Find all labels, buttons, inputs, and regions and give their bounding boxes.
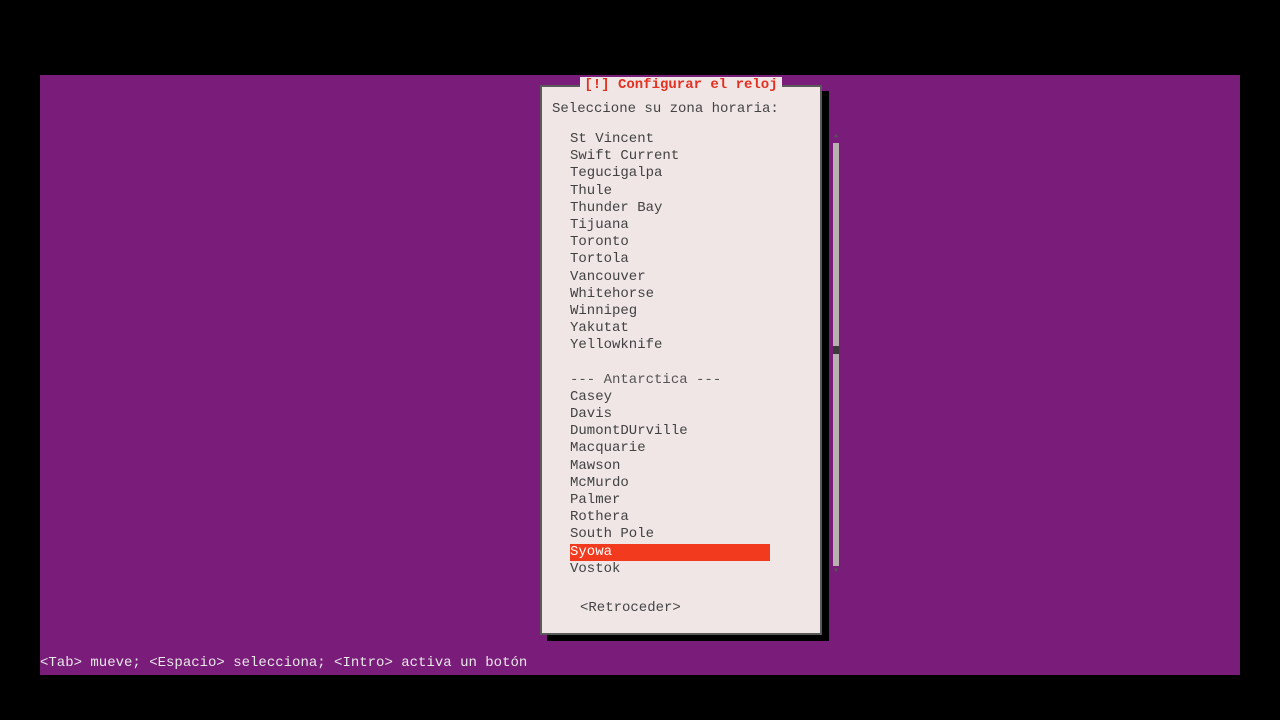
scroll-up-icon[interactable]: ▴: [832, 131, 840, 143]
dialog-prompt: Seleccione su zona horaria:: [552, 101, 810, 117]
help-bar: <Tab> mueve; <Espacio> selecciona; <Intr…: [40, 653, 1240, 673]
timezone-dialog: [!] Configurar el reloj Seleccione su zo…: [540, 85, 822, 635]
list-item[interactable]: Macquarie: [570, 440, 770, 457]
list-item[interactable]: Rothera: [570, 509, 770, 526]
scrollbar-track[interactable]: [833, 143, 839, 566]
list-item[interactable]: Thunder Bay: [570, 200, 770, 217]
list-item[interactable]: McMurdo: [570, 475, 770, 492]
list-item[interactable]: St Vincent: [570, 131, 770, 148]
list-item[interactable]: Winnipeg: [570, 303, 770, 320]
list-item[interactable]: Whitehorse: [570, 286, 770, 303]
list-item[interactable]: Yakutat: [570, 320, 770, 337]
list-item[interactable]: Vancouver: [570, 269, 770, 286]
list-item[interactable]: Swift Current: [570, 148, 770, 165]
scrollbar-thumb[interactable]: [833, 346, 839, 354]
list-spacer: [570, 354, 770, 371]
list-item[interactable]: Thule: [570, 183, 770, 200]
list-item[interactable]: Mawson: [570, 458, 770, 475]
scrollbar[interactable]: ▴ ▾: [832, 131, 840, 578]
list-item[interactable]: Casey: [570, 389, 770, 406]
scroll-down-icon[interactable]: ▾: [832, 566, 840, 578]
timezone-list[interactable]: St VincentSwift CurrentTegucigalpaThuleT…: [570, 131, 770, 578]
list-item[interactable]: Tijuana: [570, 217, 770, 234]
list-item[interactable]: Palmer: [570, 492, 770, 509]
installer-background: [!] Configurar el reloj Seleccione su zo…: [40, 75, 1240, 675]
list-section-header: --- Antarctica ---: [570, 372, 770, 389]
list-item[interactable]: Tortola: [570, 251, 770, 268]
list-item[interactable]: South Pole: [570, 526, 770, 543]
list-item[interactable]: DumontDUrville: [570, 423, 770, 440]
dialog-title: [!] Configurar el reloj: [580, 77, 781, 93]
back-button[interactable]: <Retroceder>: [580, 600, 681, 616]
list-item[interactable]: Yellowknife: [570, 337, 770, 354]
list-item[interactable]: Davis: [570, 406, 770, 423]
list-item[interactable]: Vostok: [570, 561, 770, 578]
list-item[interactable]: Syowa: [570, 544, 770, 561]
list-item[interactable]: Toronto: [570, 234, 770, 251]
list-item[interactable]: Tegucigalpa: [570, 165, 770, 182]
